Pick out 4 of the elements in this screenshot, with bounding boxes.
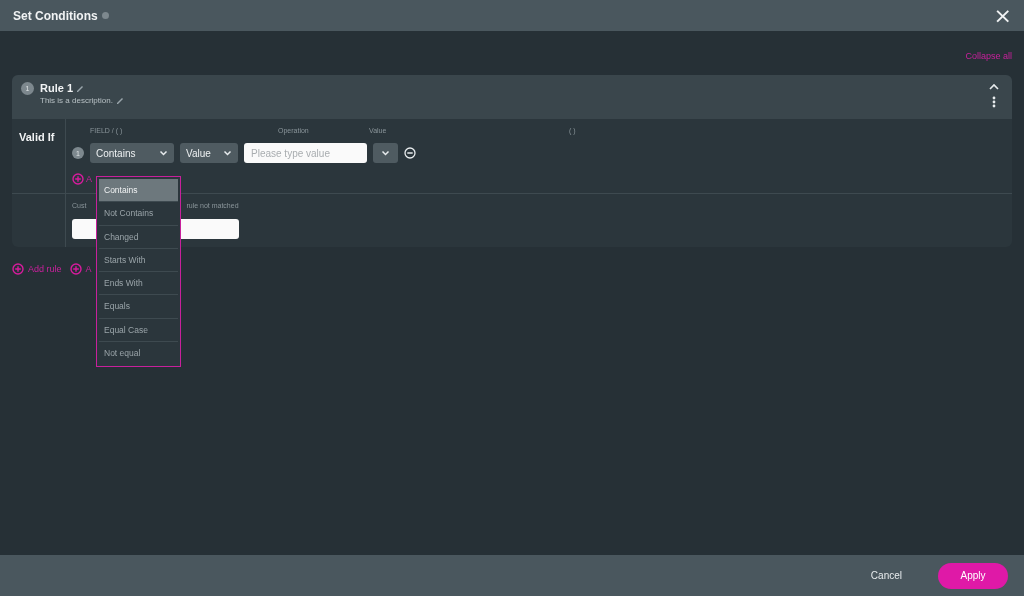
window-title: Set Conditions [13,8,98,23]
rule-title: Rule 1 [40,82,73,94]
rule-description: This is a description. [40,96,113,105]
section-label: Valid If [19,131,55,143]
